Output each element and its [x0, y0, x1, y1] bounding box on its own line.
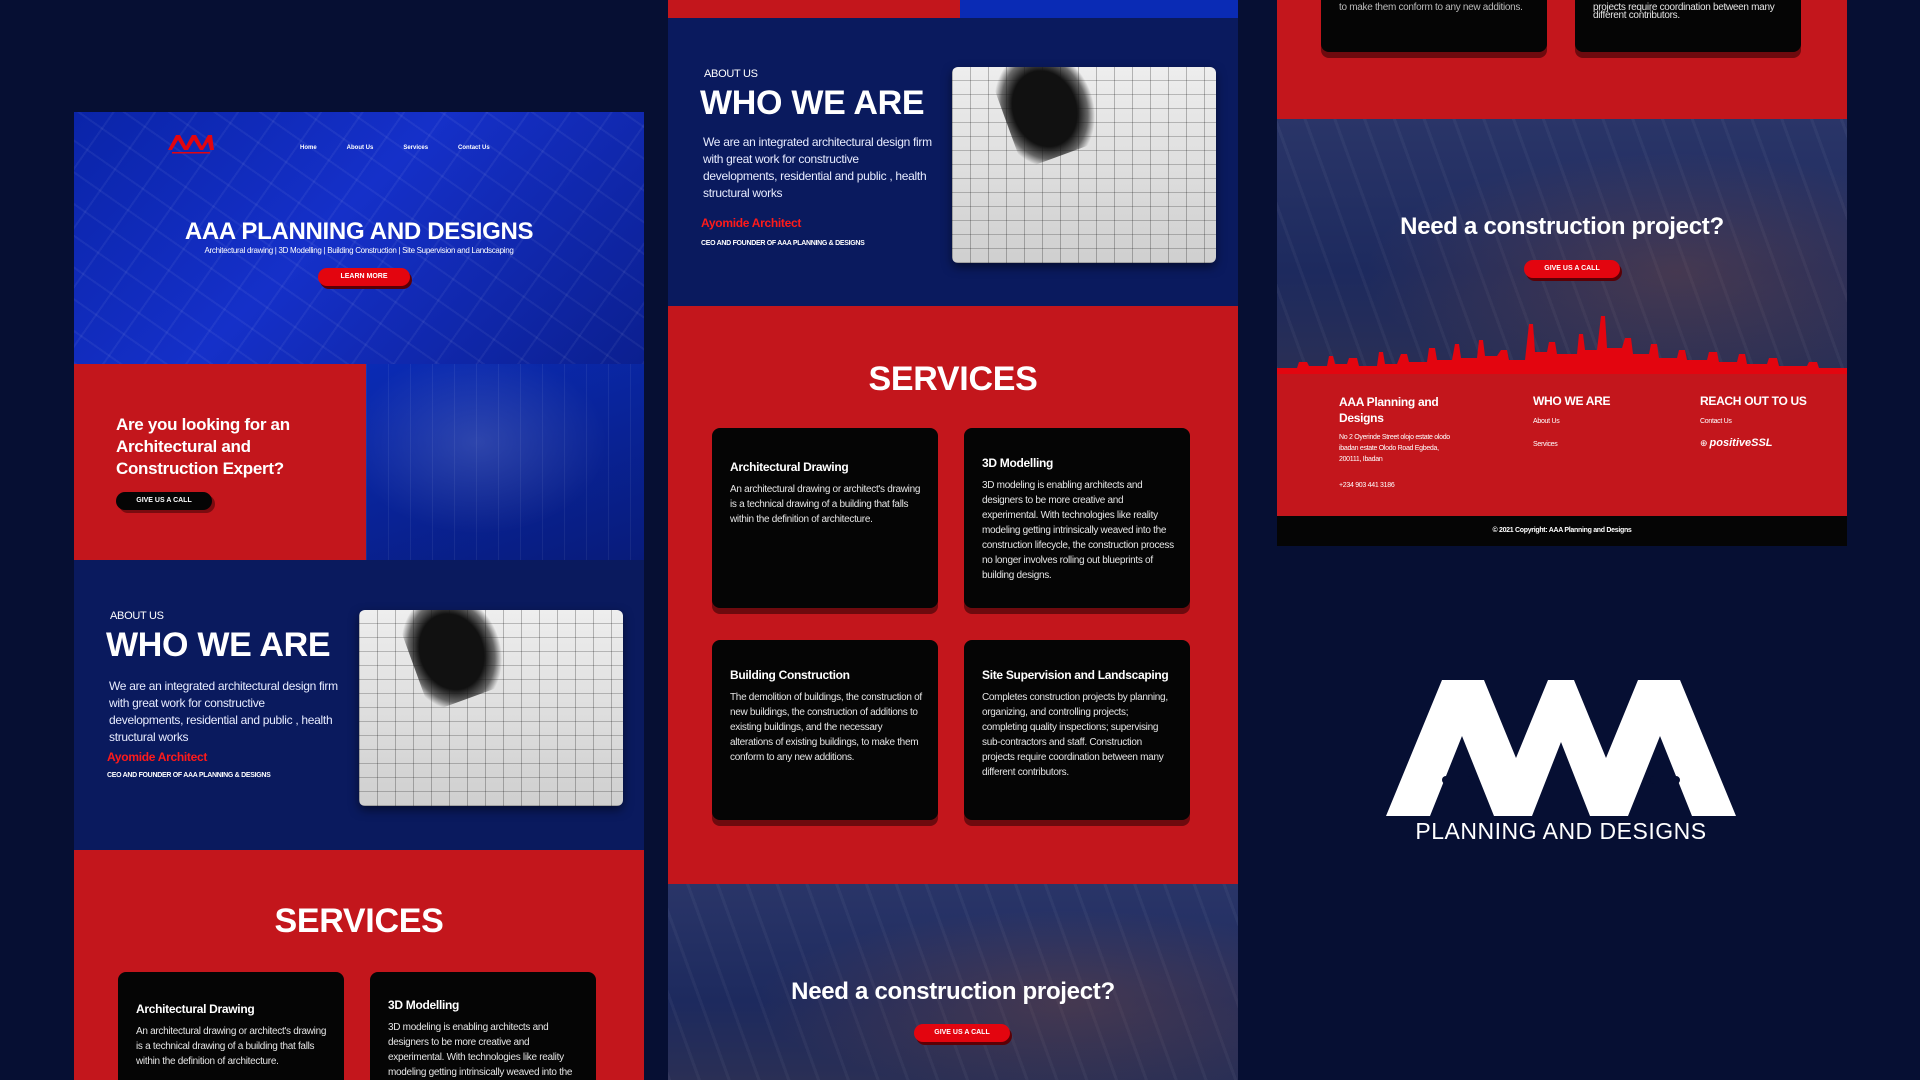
service-card: 3D Modelling 3D modeling is enabling arc…: [964, 428, 1190, 608]
nav-contact[interactable]: Contact Us: [458, 145, 490, 151]
desktop-mockup-3: to make them conform to any new addition…: [1277, 0, 1847, 548]
ssl-badge-label: positiveSSL: [1709, 437, 1773, 449]
about-title: WHO WE ARE: [700, 84, 925, 122]
services-title: SERVICES: [868, 360, 1038, 398]
footer-company: AAA Planning and Designs: [1339, 395, 1439, 425]
service-text: Completes construction projects by plann…: [982, 692, 1168, 778]
blueprint-image: [952, 67, 1216, 263]
brand-logo[interactable]: [166, 132, 216, 156]
service-text: An architectural drawing or architect's …: [730, 484, 921, 525]
founder-role: CEO AND FOUNDER OF AAA PLANNING & DESIGN…: [107, 772, 271, 779]
plus-icon: ⊕: [1700, 437, 1708, 448]
service-card: Building Construction The demolition of …: [712, 640, 938, 820]
service-text: 3D modeling is enabling architects and d…: [388, 1022, 573, 1078]
service-card: Site Supervision and Landscaping Complet…: [964, 640, 1190, 820]
hero-section: Home About Us Services Contact Us AAA PL…: [74, 112, 644, 364]
copyright-bar: © 2021 Copyright: AAA Planning and Desig…: [1277, 516, 1847, 546]
founder-name: Ayomide Architect: [107, 750, 208, 764]
about-eyebrow: ABOUT US: [704, 68, 758, 80]
hero-subtitle: Architectural drawing | 3D Modelling | B…: [204, 246, 514, 255]
founder-name: Ayomide Architect: [701, 216, 802, 230]
service-title: Site Supervision and Landscaping: [982, 668, 1169, 682]
service-title: Architectural Drawing: [730, 460, 849, 474]
footer-reach-heading: REACH OUT TO US: [1700, 394, 1807, 408]
services-section: SERVICES Architectural Drawing An archit…: [668, 306, 1238, 884]
founder-role: CEO AND FOUNDER OF AAA PLANNING & DESIGN…: [701, 240, 865, 247]
about-section: ABOUT US WHO WE ARE We are an integrated…: [668, 18, 1238, 306]
service-title: 3D Modelling: [388, 998, 460, 1012]
desktop-mockup-2: ABOUT US WHO WE ARE We are an integrated…: [668, 0, 1238, 1080]
service-card: Architectural Drawing An architectural d…: [118, 972, 344, 1080]
cta-section: Need a construction project? GIVE US A C…: [668, 884, 1238, 1080]
service-card: to make them conform to any new addition…: [1321, 0, 1547, 52]
learn-more-button[interactable]: LEARN MORE: [318, 268, 410, 286]
give-us-a-call-button[interactable]: GIVE US A CALL: [1524, 260, 1620, 278]
footer-link-contact[interactable]: Contact Us: [1700, 416, 1732, 427]
brand-logo-large: PLANNING AND DESIGNS: [1386, 680, 1736, 846]
top-strip: [668, 0, 1238, 18]
cta-title: Need a construction project?: [1400, 213, 1724, 240]
logo-tagline: PLANNING AND DESIGNS: [1415, 818, 1707, 844]
blueprint-image: [359, 610, 623, 806]
about-eyebrow: ABOUT US: [110, 610, 164, 622]
about-section: ABOUT US WHO WE ARE We are an integrated…: [74, 560, 644, 850]
services-title: SERVICES: [274, 902, 444, 940]
footer-who-heading: WHO WE ARE: [1533, 394, 1611, 408]
service-text: 3D modeling is enabling architects and d…: [982, 480, 1174, 581]
desktop-mockup-1: Home About Us Services Contact Us AAA PL…: [74, 112, 644, 1080]
ssl-badge: ⊕ positiveSSL: [1700, 437, 1773, 449]
cta-title: Need a construction project?: [791, 978, 1115, 1005]
nav-about[interactable]: About Us: [347, 145, 374, 151]
aaa-logo-icon: [1386, 680, 1736, 816]
services-tail: to make them conform to any new addition…: [1277, 0, 1847, 119]
city-skyline-graphic: [1277, 316, 1847, 374]
footer-phone[interactable]: +234 903 441 3186: [1339, 480, 1395, 491]
site-footer: AAA Planning and Designs No 2 Oyerinde S…: [1277, 374, 1847, 516]
service-text-tail: different contributors.: [1593, 10, 1680, 21]
about-title: WHO WE ARE: [106, 626, 331, 664]
give-us-a-call-button[interactable]: GIVE US A CALL: [914, 1024, 1010, 1042]
footer-link-about[interactable]: About Us: [1533, 416, 1560, 427]
service-card: projects require coordination between ma…: [1575, 0, 1801, 52]
cta-section: Need a construction project? GIVE US A C…: [1277, 119, 1847, 374]
service-title: Architectural Drawing: [136, 1002, 255, 1016]
footer-link-services[interactable]: Services: [1533, 439, 1558, 450]
drafting-photo: [366, 364, 644, 560]
hero-title: AAA PLANNING AND DESIGNS: [184, 218, 534, 245]
nav-services[interactable]: Services: [403, 145, 428, 151]
service-text: The demolition of buildings, the constru…: [730, 692, 922, 763]
service-title: 3D Modelling: [982, 456, 1054, 470]
service-title: Building Construction: [730, 668, 850, 682]
nav-home[interactable]: Home: [300, 145, 317, 151]
footer-address: No 2 Oyerinde Street olojo estate olodo …: [1339, 434, 1450, 463]
service-card: Architectural Drawing An architectural d…: [712, 428, 938, 608]
service-text: An architectural drawing or architect's …: [136, 1026, 327, 1067]
give-us-a-call-button[interactable]: GIVE US A CALL: [116, 492, 212, 510]
expert-section: Are you looking for an Architectural and…: [74, 364, 644, 560]
service-text-tail: to make them conform to any new addition…: [1339, 2, 1523, 13]
services-section: SERVICES Architectural Drawing An archit…: [74, 850, 644, 1080]
about-description: We are an integrated architectural desig…: [109, 679, 338, 744]
expert-panel: Are you looking for an Architectural and…: [74, 364, 366, 560]
main-nav: Home About Us Services Contact Us: [300, 145, 490, 151]
service-card: 3D Modelling 3D modeling is enabling arc…: [370, 972, 596, 1080]
expert-question: Are you looking for an Architectural and…: [116, 415, 290, 478]
about-description: We are an integrated architectural desig…: [703, 135, 932, 200]
